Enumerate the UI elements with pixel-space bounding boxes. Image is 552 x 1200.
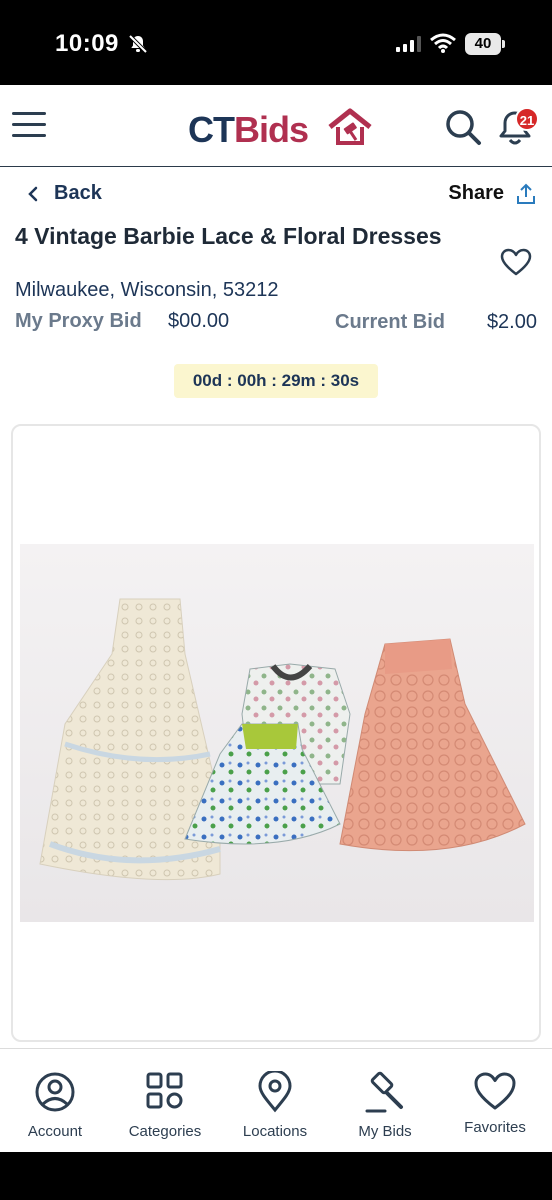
status-bar: 10:09 40 — [0, 0, 552, 85]
favorite-heart-icon[interactable] — [500, 248, 532, 276]
tab-my-bids[interactable]: My Bids — [330, 1049, 440, 1153]
tab-categories-label: Categories — [128, 1123, 202, 1140]
house-gavel-icon — [328, 108, 372, 145]
current-bid-value: $2.00 — [486, 311, 537, 333]
tab-locations[interactable]: Locations — [220, 1049, 330, 1153]
tab-account[interactable]: Account — [0, 1049, 110, 1153]
tab-favorites-label: Favorites — [464, 1119, 526, 1136]
hamburger-menu-icon[interactable] — [12, 112, 46, 140]
countdown-timer: 00d : 00h : 29m : 30s — [174, 364, 378, 398]
proxy-bid-value: $00.00 — [168, 310, 230, 332]
tab-account-label: Account — [27, 1123, 83, 1140]
chevron-left-icon — [28, 186, 38, 201]
bell-slash-icon — [128, 34, 148, 54]
location-pin-icon — [258, 1071, 292, 1113]
signal-icon — [396, 36, 421, 52]
listing-title: 4 Vintage Barbie Lace & Floral Dresses — [15, 223, 442, 249]
logo-bids-text: Bids — [234, 109, 309, 150]
back-label: Back — [54, 182, 102, 204]
categories-icon — [146, 1072, 183, 1109]
home-indicator-area — [0, 1152, 552, 1200]
bid-summary: My Proxy Bid $00.00 Current Bid $2.00 — [15, 310, 540, 338]
detail-nav-row: Back Share — [0, 178, 552, 214]
tab-favorites[interactable]: Favorites — [440, 1049, 550, 1153]
listing-image-card[interactable] — [11, 424, 541, 1042]
listing-photo[interactable] — [20, 544, 534, 922]
current-bid-label: Current Bid — [335, 311, 445, 333]
app-header: CTBids 21 — [0, 85, 552, 167]
ctbids-logo[interactable]: CTBids — [188, 108, 372, 150]
account-icon — [35, 1072, 75, 1112]
bottom-tab-bar: Account Categories Locations My Bids Fav… — [0, 1048, 552, 1152]
listing-location: Milwaukee, Wisconsin, 53212 — [15, 279, 279, 301]
status-time: 10:09 — [55, 30, 119, 57]
notification-badge: 21 — [515, 107, 539, 131]
wifi-icon — [430, 33, 456, 53]
share-button[interactable]: Share — [448, 182, 536, 205]
share-upload-icon — [517, 183, 535, 204]
heart-icon — [474, 1072, 516, 1110]
proxy-bid-label: My Proxy Bid — [15, 310, 142, 332]
tab-categories[interactable]: Categories — [110, 1049, 220, 1153]
share-label: Share — [448, 182, 504, 204]
search-icon[interactable] — [443, 107, 483, 147]
battery-tip — [502, 40, 505, 48]
logo-ct-text: CT — [188, 109, 235, 150]
tab-my-bids-label: My Bids — [358, 1123, 412, 1140]
battery-level: 40 — [465, 33, 501, 55]
gavel-icon — [365, 1071, 403, 1113]
tab-locations-label: Locations — [242, 1123, 308, 1140]
back-button[interactable]: Back — [28, 182, 102, 205]
